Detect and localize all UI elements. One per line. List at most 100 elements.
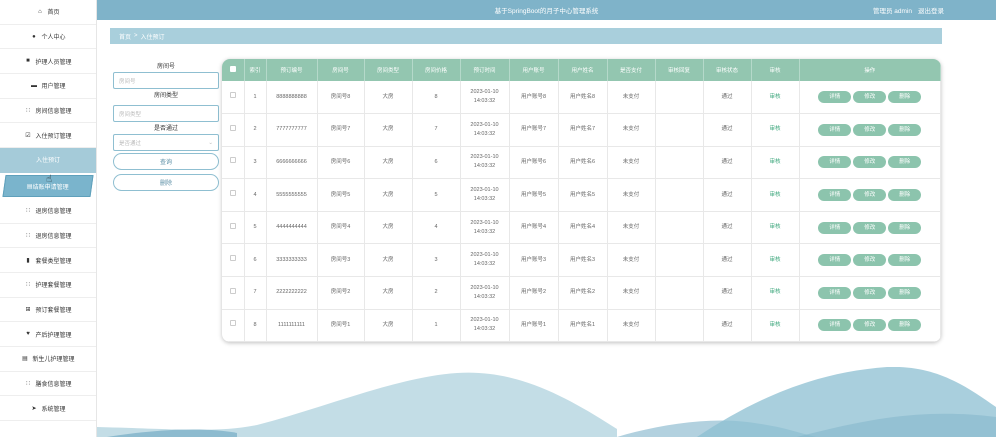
- select-all-checkbox[interactable]: [229, 66, 236, 72]
- audit-link[interactable]: 审核: [769, 257, 780, 263]
- sidebar-item-newborn-care[interactable]: ▤ 新生儿护理管理: [0, 347, 96, 372]
- sidebar-item-booking[interactable]: 入住预订: [0, 148, 96, 173]
- sidebar-item-booked-package[interactable]: ⊞ 预订套餐管理: [0, 298, 96, 323]
- cell-name: 用户姓名8: [558, 81, 608, 115]
- cell-status: 通过: [703, 113, 752, 147]
- edit-button[interactable]: 修改: [853, 189, 887, 202]
- sidebar-item-room-info[interactable]: ∷ 房间信息管理: [0, 99, 96, 124]
- row-select-cell[interactable]: [222, 178, 245, 212]
- row-select-cell[interactable]: [222, 309, 245, 342]
- row-select-cell[interactable]: [222, 276, 245, 310]
- detail-button[interactable]: 详情: [818, 221, 852, 234]
- edit-button[interactable]: 修改: [853, 286, 887, 299]
- sidebar-item-checkout-info[interactable]: ∷ 退房信息管理: [0, 199, 96, 224]
- row-select-cell[interactable]: [222, 81, 245, 115]
- cell-actions: 详情 修改 删除: [799, 211, 941, 245]
- app-title: 基于SpringBoot的月子中心管理系统: [494, 8, 599, 15]
- detail-button[interactable]: 详情: [818, 189, 852, 202]
- delete-button[interactable]: 删除: [888, 189, 922, 202]
- row-checkbox[interactable]: [229, 320, 236, 327]
- delete-button[interactable]: 删除: [888, 123, 922, 136]
- cell-account: 用户账号3: [509, 243, 559, 278]
- column-header: 审核回复: [655, 59, 704, 81]
- delete-button[interactable]: 删除: [888, 286, 922, 299]
- cell-account: 用户账号8: [509, 81, 559, 115]
- cell-account: 用户账号2: [509, 276, 559, 310]
- delete-button[interactable]: 删除: [888, 221, 922, 234]
- sidebar-item-nursing-package[interactable]: ∷ 护理套餐管理: [0, 273, 96, 298]
- delete-button[interactable]: 删除: [888, 156, 922, 169]
- cell-account: 用户账号1: [509, 309, 559, 342]
- detail-button[interactable]: 详情: [818, 254, 852, 267]
- row-checkbox[interactable]: [229, 190, 236, 197]
- edit-button[interactable]: 修改: [853, 319, 887, 332]
- detail-button[interactable]: 详情: [818, 319, 852, 332]
- delete-button[interactable]: 删除: [888, 91, 922, 104]
- cell-booking-time: 2023-01-10 14:03:32: [460, 113, 510, 147]
- select-all-header[interactable]: [222, 59, 245, 81]
- cell-paid: 未支付: [607, 276, 656, 310]
- audit-link[interactable]: 审核: [769, 94, 780, 100]
- sidebar-item-postpartum-care[interactable]: ♥ 产后护理管理: [0, 322, 96, 347]
- row-checkbox[interactable]: [229, 287, 236, 294]
- cell-actions: 详情 修改 删除: [799, 243, 941, 278]
- audit-link[interactable]: 审核: [769, 322, 780, 328]
- edit-button[interactable]: 修改: [853, 91, 887, 104]
- delete-button[interactable]: 删除: [888, 319, 922, 332]
- room-type-input[interactable]: 房间类型: [113, 105, 219, 122]
- query-button[interactable]: 查询: [113, 153, 219, 170]
- sidebar-item-package-type[interactable]: ▮ 套餐类型管理: [0, 248, 96, 273]
- sidebar-item-booking-management[interactable]: ☑ 入住预订管理: [0, 123, 96, 149]
- detail-button[interactable]: 详情: [818, 91, 852, 104]
- cell-date: 2023-01-10: [470, 219, 499, 226]
- audit-link[interactable]: 审核: [769, 126, 780, 132]
- cell-date: 2023-01-10: [470, 187, 499, 194]
- audit-link[interactable]: 审核: [769, 192, 780, 198]
- row-checkbox[interactable]: [229, 222, 236, 229]
- cell-audit: 审核: [751, 81, 800, 115]
- cell-booking-time: 2023-01-10 14:03:32: [460, 276, 510, 310]
- cell-account: 用户账号5: [509, 178, 559, 212]
- chevron-down-icon: ⌄: [208, 139, 213, 146]
- sidebar-item-meal-info[interactable]: ∷ 膳食信息管理: [0, 372, 96, 397]
- column-header: 房间价格: [412, 59, 461, 81]
- cell-actions: 详情 修改 删除: [799, 309, 941, 342]
- sidebar-item-system[interactable]: ➤ 系统管理: [0, 396, 96, 421]
- row-checkbox[interactable]: [229, 92, 236, 99]
- row-select-cell[interactable]: [222, 113, 245, 147]
- sidebar-item-nurse-management[interactable]: ■ 护理人员管理: [0, 49, 96, 75]
- delete-button[interactable]: 删除: [888, 254, 922, 267]
- cell-reply: [655, 178, 704, 212]
- cell-reply: [655, 146, 704, 180]
- cell-index: 4: [244, 178, 267, 212]
- row-select-cell[interactable]: [222, 146, 245, 180]
- room-no-input[interactable]: 房间号: [113, 72, 219, 89]
- audit-link[interactable]: 审核: [769, 289, 780, 295]
- detail-button[interactable]: 详情: [818, 123, 852, 136]
- edit-button[interactable]: 修改: [853, 254, 887, 267]
- row-select-cell[interactable]: [222, 211, 245, 245]
- sidebar-item-home[interactable]: ⌂ 首页: [0, 0, 96, 25]
- logout-link[interactable]: 退出登录: [918, 5, 944, 15]
- approved-select[interactable]: 是否通过 ⌄: [113, 134, 219, 151]
- column-header: 预订时间: [460, 59, 510, 81]
- sidebar-item-personal-center[interactable]: ● 个人中心: [0, 25, 96, 50]
- row-checkbox[interactable]: [229, 255, 236, 262]
- cell-room-type: 大房: [364, 276, 413, 310]
- edit-button[interactable]: 修改: [853, 156, 887, 169]
- row-checkbox[interactable]: [229, 157, 236, 164]
- audit-link[interactable]: 审核: [769, 159, 780, 165]
- delete-selected-button[interactable]: 删除: [113, 174, 219, 191]
- audit-link[interactable]: 审核: [769, 224, 780, 230]
- edit-button[interactable]: 修改: [853, 221, 887, 234]
- row-checkbox[interactable]: [229, 124, 236, 131]
- detail-button[interactable]: 详情: [818, 156, 852, 169]
- breadcrumb-home[interactable]: 首页: [119, 32, 131, 41]
- row-select-cell[interactable]: [222, 243, 245, 278]
- detail-button[interactable]: 详情: [818, 286, 852, 299]
- cell-booking-time: 2023-01-10 14:03:32: [460, 81, 510, 115]
- edit-button[interactable]: 修改: [853, 123, 887, 136]
- sidebar-item-user-management[interactable]: ▬ 用户管理: [0, 74, 96, 99]
- sidebar-item-checkout-info-2[interactable]: ∷ 退房信息管理: [0, 224, 96, 249]
- cell-paid: 未支付: [607, 211, 656, 245]
